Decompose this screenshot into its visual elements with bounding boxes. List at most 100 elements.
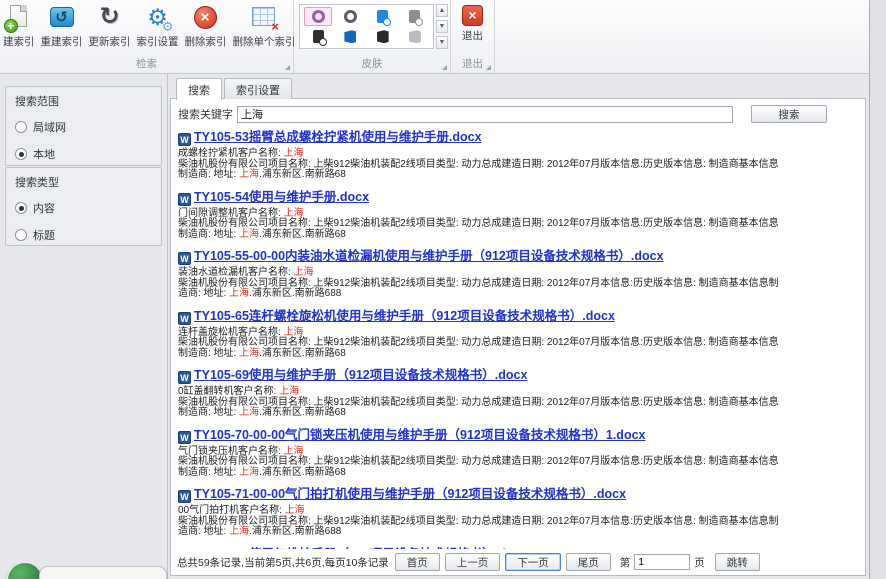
result-item: WTY105-55-00-00内装油水道检漏机使用与维护手册（912项目设备技术… <box>178 249 860 300</box>
exit-button-label: 退出 <box>462 28 483 43</box>
scroll-up-icon[interactable]: ▲ <box>436 4 448 17</box>
app-window: { "colors": { "link_blue": "#2233cc", "h… <box>0 0 886 579</box>
search-input[interactable] <box>237 106 733 123</box>
prev-page-button[interactable]: 上一页 <box>445 553 501 571</box>
dialog-launcher-icon[interactable] <box>486 65 491 70</box>
search-scope-groupbox: 搜索范围 局域网本地 <box>5 86 162 166</box>
search-scope-options: 局域网本地 <box>15 119 152 162</box>
first-page-button[interactable]: 首页 <box>395 553 440 571</box>
word-document-icon: W <box>178 312 191 325</box>
result-snippet-line: 00气门拍打机客户名称: 上海 <box>178 506 860 517</box>
main-content: 搜索索引设置 搜索关键字 搜索 WTY105-53摇臂总成螺栓拧紧机使用与维护手… <box>168 74 869 579</box>
result-snippet-line: 柴油机股份有限公司项目名称: 上柴912柴油机装配2线项目类型: 动力总成建造日… <box>178 338 860 349</box>
delete-single-index-icon: × <box>249 3 279 33</box>
scroll-down-icon[interactable]: ▼ <box>436 20 448 33</box>
radio-label: 标题 <box>33 227 55 243</box>
result-snippet-line: 制造商: 地址: 上海.浦东新区.南新路68 <box>178 170 860 181</box>
tab-search[interactable]: 搜索 <box>176 78 222 100</box>
result-title-link[interactable]: TY105-55-00-00内装油水道检漏机使用与维护手册（912项目设备技术规… <box>194 249 664 263</box>
tab-index-settings[interactable]: 索引设置 <box>224 78 292 99</box>
ribbon-group-skin-label: 皮肤 <box>294 56 450 71</box>
radio-icon <box>15 202 27 214</box>
search-type-options: 内容标题 <box>15 200 152 243</box>
result-snippet-line: 造商: 地址: 上海.浦东新区.南新路688 <box>178 289 860 300</box>
result-snippet-line: 制造商: 地址: 上海.浦东新区.南新路68 <box>178 349 860 360</box>
result-title: WTY105-72使用与维护手册（912项目设备技术规格书）.docx <box>178 547 860 550</box>
keyword-highlight: 上海 <box>284 446 304 457</box>
result-title-link[interactable]: TY105-71-00-00气门拍打机使用与维护手册（912项目设备技术规格书）… <box>194 487 626 501</box>
delete-index-button[interactable]: ×删除索引 <box>182 2 230 50</box>
result-title-link[interactable]: TY105-54使用与维护手册.docx <box>194 190 369 204</box>
keyword-highlight: 上海 <box>239 407 259 418</box>
page-number-input[interactable] <box>634 554 690 570</box>
ribbon-search-buttons: +建索引↺重建索引↻更新索引⚙索引设置×删除索引×删除单个索引 <box>0 0 293 52</box>
ribbon-group-search-label: 检索 <box>0 56 293 71</box>
result-title-link[interactable]: TY105-53摇臂总成螺栓拧紧机使用与维护手册.docx <box>194 130 482 144</box>
radio-icon <box>15 121 27 133</box>
result-snippet-line: 制造商: 地址: 上海.浦东新区.南新路68 <box>178 408 860 419</box>
skin-item-7[interactable] <box>369 27 397 46</box>
index-settings-button[interactable]: ⚙索引设置 <box>134 2 182 50</box>
jump-button[interactable]: 跳转 <box>715 553 760 571</box>
search-scope-title: 搜索范围 <box>15 93 152 109</box>
rebuild-index-button[interactable]: ↺重建索引 <box>38 2 86 50</box>
skin-item-5[interactable] <box>304 27 332 46</box>
search-button[interactable]: 搜索 <box>751 105 827 123</box>
skin-item-4[interactable] <box>401 7 429 26</box>
radio-lan[interactable]: 局域网 <box>15 119 152 135</box>
skin-preview-icon <box>312 10 325 23</box>
search-keyword-label: 搜索关键字 <box>178 106 233 122</box>
new-index-button[interactable]: +建索引 <box>0 2 38 50</box>
ribbon-group-search: +建索引↺重建索引↻更新索引⚙索引设置×删除索引×删除单个索引 检索 <box>0 0 294 73</box>
skin-preview-icon <box>377 30 389 43</box>
result-item: WTY105-53摇臂总成螺栓拧紧机使用与维护手册.docx 成螺栓拧紧机客户名称… <box>178 130 860 181</box>
floating-toolbar[interactable] <box>39 566 167 579</box>
result-title: WTY105-70-00-00气门锁夹压机使用与维护手册（912项目设备技术规格… <box>178 428 860 444</box>
result-item: WTY105-54使用与维护手册.docx门间隙调整机客户名称: 上海柴油机股份… <box>178 190 860 241</box>
radio-content[interactable]: 内容 <box>15 200 152 216</box>
ribbon-group-exit: × 退出 退出 <box>451 0 495 73</box>
result-title-link[interactable]: TY105-69使用与维护手册（912项目设备技术规格书）.docx <box>194 368 527 382</box>
ribbon: +建索引↺重建索引↻更新索引⚙索引设置×删除索引×删除单个索引 检索 ▲ ▼ ▼… <box>0 0 869 74</box>
result-title: WTY105-69使用与维护手册（912项目设备技术规格书）.docx <box>178 368 860 384</box>
result-title-link[interactable]: TY105-72使用与维护手册（912项目设备技术规格书）.docx <box>194 547 527 550</box>
radio-title[interactable]: 标题 <box>15 227 152 243</box>
dialog-launcher-icon[interactable] <box>442 65 447 70</box>
radio-label: 本地 <box>33 146 55 162</box>
skin-item-6[interactable] <box>336 27 364 46</box>
result-snippet-line: 0缸盖翻转机客户名称: 上海 <box>178 387 860 398</box>
skin-item-3[interactable] <box>369 7 397 26</box>
radio-local[interactable]: 本地 <box>15 146 152 162</box>
gallery-dropdown-icon[interactable]: ▼ <box>436 36 448 49</box>
result-item: WTY105-65连杆螺栓旋松机使用与维护手册（912项目设备技术规格书）.do… <box>178 309 860 360</box>
ribbon-button-label: 重建索引 <box>41 34 83 49</box>
delete-single-index-button[interactable]: ×删除单个索引 <box>230 2 299 50</box>
keyword-highlight: 上海 <box>284 148 304 159</box>
records-summary: 总共59条记录,当前第5页,共6页,每页10条记录 <box>177 555 389 570</box>
radio-icon <box>15 229 27 241</box>
skin-item-1[interactable] <box>304 7 332 26</box>
result-title-link[interactable]: TY105-65连杆螺栓旋松机使用与维护手册（912项目设备技术规格书）.doc… <box>194 309 615 323</box>
skin-preview-icon <box>377 10 388 23</box>
skin-preview-icon <box>409 30 421 43</box>
skin-item-2[interactable] <box>336 7 364 26</box>
delete-index-icon: × <box>191 3 221 33</box>
word-document-icon: W <box>178 133 191 146</box>
results-list: WTY105-53摇臂总成螺栓拧紧机使用与维护手册.docx成螺栓拧紧机客户名称… <box>178 130 860 549</box>
skin-item-8[interactable] <box>401 27 429 46</box>
exit-button[interactable]: × 退出 <box>451 1 494 44</box>
update-index-button[interactable]: ↻更新索引 <box>86 2 134 50</box>
ribbon-button-label: 索引设置 <box>137 34 179 49</box>
keyword-highlight: 上海 <box>285 505 305 516</box>
tab-bar: 搜索索引设置 <box>176 78 294 99</box>
result-snippet-line: 成螺栓拧紧机客户名称: 上海 <box>178 149 860 160</box>
next-page-button[interactable]: 下一页 <box>505 553 561 571</box>
index-settings-icon: ⚙ <box>143 3 173 33</box>
result-title-link[interactable]: TY105-70-00-00气门锁夹压机使用与维护手册（912项目设备技术规格书… <box>194 428 645 442</box>
dialog-launcher-icon[interactable] <box>285 65 290 70</box>
ribbon-group-skin: ▲ ▼ ▼ 皮肤 <box>294 0 451 73</box>
result-title: WTY105-53摇臂总成螺栓拧紧机使用与维护手册.docx <box>178 130 860 146</box>
keyword-highlight: 上海 <box>239 467 259 478</box>
sidebar: 搜索范围 局域网本地 搜索类型 内容标题 <box>0 74 168 579</box>
last-page-button[interactable]: 尾页 <box>566 553 611 571</box>
